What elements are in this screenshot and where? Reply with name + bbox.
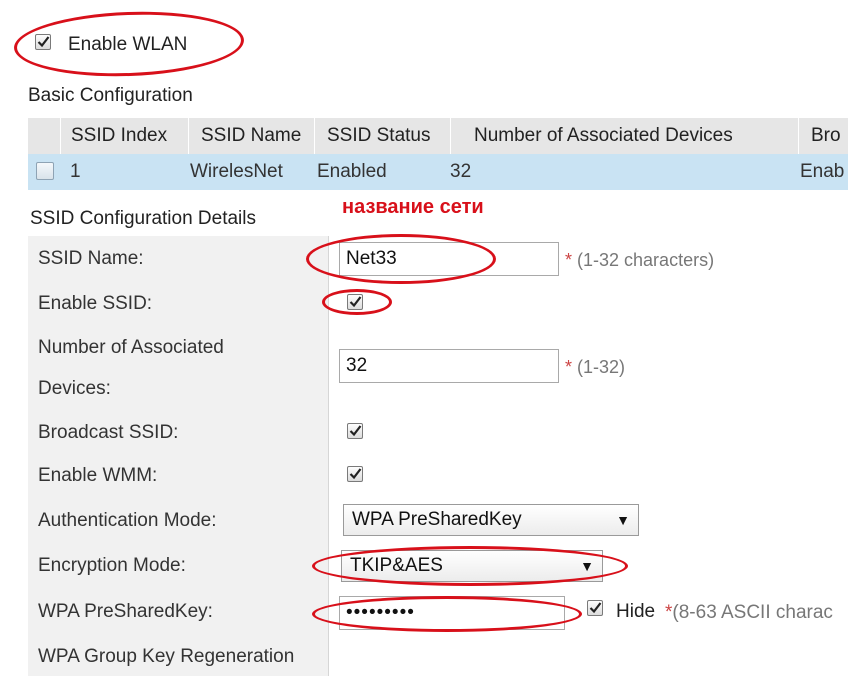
hide-key-label: Hide	[616, 601, 656, 622]
wpa-presharedkey-label: WPA PreSharedKey:	[38, 601, 213, 622]
checkmark-icon	[349, 468, 362, 480]
annotation-ellipse-ssid-name	[306, 234, 496, 284]
row-associated-devices: Number of Associated Devices: 32 * (1-32…	[28, 326, 848, 413]
ssid-name-hint: * (1-32 characters)	[565, 250, 715, 270]
associated-devices-label-line1: Number of Associated	[38, 337, 224, 358]
row-select-checkbox[interactable]	[36, 162, 54, 180]
annotation-ellipse-wlan	[12, 8, 246, 80]
associated-devices-label-line2: Devices:	[38, 378, 111, 399]
cell-ssid-index: 1	[70, 161, 81, 182]
group-key-regeneration-label: WPA Group Key Regeneration	[38, 646, 295, 667]
header-ssid-name: SSID Name	[188, 118, 314, 154]
row-authentication-mode: Authentication Mode: WPA PreSharedKey ▼	[28, 498, 848, 544]
header-ssid-status: SSID Status	[314, 118, 450, 154]
dropdown-arrow-icon: ▼	[616, 512, 630, 528]
authentication-mode-label: Authentication Mode:	[38, 510, 217, 531]
header-broadcast: Bro	[798, 118, 848, 154]
header-ssid-index: SSID Index	[60, 118, 188, 154]
table-header: SSID Index SSID Name SSID Status Number …	[28, 118, 848, 154]
row-broadcast-ssid: Broadcast SSID:	[28, 412, 848, 456]
broadcast-ssid-checkbox[interactable]	[347, 423, 363, 439]
associated-devices-input[interactable]: 32	[339, 349, 559, 383]
associated-devices-hint: * (1-32)	[565, 357, 626, 377]
checkmark-icon	[349, 425, 362, 437]
wpa-presharedkey-hint: *(8-63 ASCII charac	[665, 602, 833, 623]
row-enable-ssid: Enable SSID:	[28, 282, 848, 327]
annotation-ellipse-enable-ssid	[322, 289, 392, 315]
header-associated-devices: Number of Associated Devices	[450, 118, 798, 154]
authentication-mode-value: WPA PreSharedKey	[352, 509, 522, 530]
enable-wmm-label: Enable WMM:	[38, 465, 158, 486]
header-select	[28, 118, 60, 154]
hide-key-checkbox[interactable]	[587, 600, 603, 616]
annotation-ellipse-encryption	[312, 546, 628, 586]
annotation-ellipse-wpa-key	[312, 596, 582, 632]
broadcast-ssid-label: Broadcast SSID:	[38, 422, 179, 443]
authentication-mode-select[interactable]: WPA PreSharedKey ▼	[343, 504, 639, 536]
enable-wmm-checkbox[interactable]	[347, 466, 363, 482]
cell-associated-devices: 32	[450, 161, 472, 182]
ssid-name-label: SSID Name:	[38, 248, 144, 269]
network-name-annotation: название сети	[342, 196, 484, 218]
row-enable-wmm: Enable WMM:	[28, 455, 848, 499]
table-row[interactable]: 1 WirelesNet Enabled 32 Enab	[28, 154, 848, 190]
cell-ssid-status: Enabled	[317, 161, 387, 182]
ssid-details-title: SSID Configuration Details	[30, 208, 256, 229]
cell-ssid-name: WirelesNet	[190, 161, 283, 182]
checkmark-icon	[589, 602, 602, 614]
basic-configuration-title: Basic Configuration	[28, 85, 193, 106]
encryption-mode-label: Encryption Mode:	[38, 555, 186, 576]
cell-broadcast: Enab	[800, 161, 845, 182]
enable-ssid-label: Enable SSID:	[38, 293, 153, 314]
row-group-key-regeneration: WPA Group Key Regeneration	[28, 636, 848, 676]
